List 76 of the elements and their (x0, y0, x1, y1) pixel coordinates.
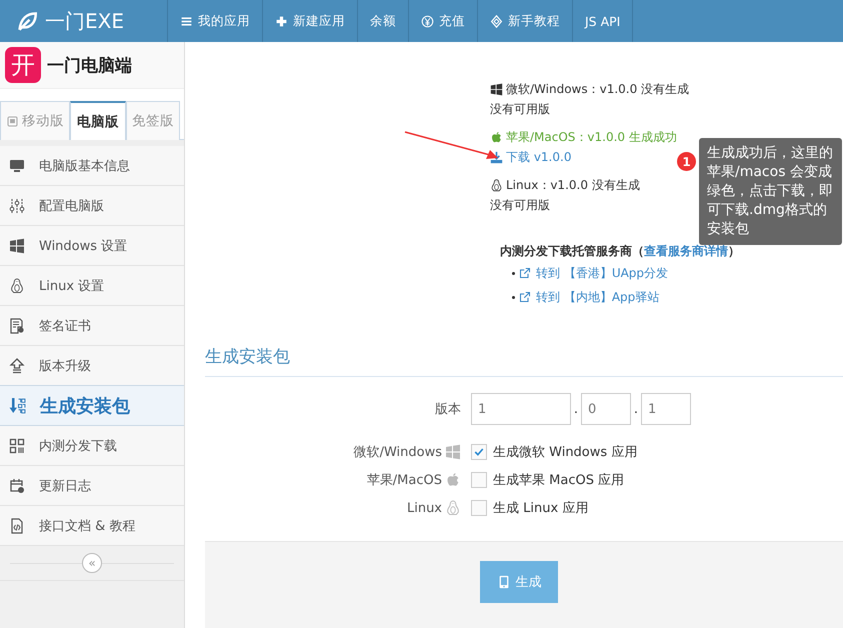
version-tab[interactable]: 免签版 (126, 101, 180, 140)
nav-item[interactable]: 充值 (409, 0, 478, 42)
app-logo: 一门EXE (45, 8, 124, 34)
platform-status: Linux：v1.0.0 没有生成 (506, 177, 640, 194)
version-tab[interactable]: 移动版 (0, 101, 70, 140)
version-label: 版本 (435, 401, 461, 418)
apple-icon (445, 472, 461, 488)
sidebar-item[interactable]: 签名证书 (0, 306, 184, 346)
app-icon: 开 (5, 47, 41, 83)
sidebar-item[interactable]: 生成安装包 (0, 385, 184, 426)
menu-icon (180, 14, 193, 28)
hosting-link[interactable]: 转到 【香港】UApp分发 (519, 261, 668, 285)
penguin-icon (490, 178, 503, 192)
calendar-clock-icon (9, 478, 25, 494)
penguin-icon (445, 500, 461, 516)
tooltip: 生成成功后，这里的苹果/macos 会变成绿色，点击下载，即可下载.dmg格式的安装包 (699, 138, 842, 245)
apple-icon (490, 130, 503, 144)
platform-checkbox[interactable]: 生成苹果 MacOS 应用 (471, 471, 624, 489)
diamond-icon (490, 14, 503, 28)
checkbox[interactable] (471, 444, 487, 460)
yen-icon (421, 14, 434, 28)
nav-item[interactable]: 余额 (358, 0, 409, 42)
platform-checkbox[interactable]: 生成微软 Windows 应用 (471, 443, 638, 461)
windows-icon (445, 444, 461, 460)
nav-item[interactable]: 新手教程 (478, 0, 573, 42)
monitor-icon (9, 158, 25, 174)
platform-label: Linux (406, 500, 442, 516)
section-title: 生成安装包 (205, 345, 843, 377)
windows-icon (9, 238, 25, 254)
sidebar-item[interactable]: 配置电脑版 (0, 186, 184, 226)
leaf-icon (17, 11, 37, 31)
version-input[interactable]: 0 (581, 393, 631, 425)
qr-code-icon (9, 438, 25, 454)
platform-note: 没有可用版 (490, 101, 550, 118)
download-link[interactable]: 下载 v1.0.0 (490, 147, 572, 167)
app-name: 一门电脑端 (47, 54, 132, 76)
platform-status: 微软/Windows：v1.0.0 没有生成 (506, 81, 690, 98)
windows-icon (490, 82, 503, 96)
platform-label: 苹果/MacOS (366, 472, 442, 489)
platform-note: 没有可用版 (490, 197, 550, 214)
code-file-icon (9, 518, 25, 534)
service-details-link[interactable]: 查看服务商详情 (644, 244, 728, 258)
step-badge: 1 (677, 152, 696, 171)
version-input[interactable]: 1 (471, 393, 571, 425)
external-link-icon (519, 291, 531, 303)
square-icon (6, 114, 19, 128)
tablet-icon (496, 575, 510, 589)
platform-checkbox[interactable]: 生成 Linux 应用 (471, 499, 588, 517)
sidebar-item[interactable]: 更新日志 (0, 466, 184, 506)
nav-item[interactable]: JS API (573, 0, 634, 42)
platform-label: 微软/Windows (354, 444, 442, 461)
version-separator: . (632, 402, 640, 416)
checkbox[interactable] (471, 472, 487, 488)
upload-arrow-icon (9, 358, 25, 374)
sidebar-item[interactable]: Windows 设置 (0, 226, 184, 266)
version-input[interactable]: 1 (641, 393, 691, 425)
external-link-icon (519, 267, 531, 279)
certificate-icon (9, 318, 25, 334)
sidebar-item[interactable]: Linux 设置 (0, 266, 184, 306)
hosting-title: 内测分发下载托管服务商（查看服务商详情） (500, 243, 741, 260)
sidebar-item[interactable]: 电脑版基本信息 (0, 146, 184, 186)
penguin-icon (9, 278, 25, 294)
hosting-link[interactable]: 转到 【内地】App驿站 (519, 285, 660, 309)
check-icon (473, 446, 485, 458)
plus-icon (275, 14, 288, 28)
version-tab[interactable]: 电脑版 (70, 101, 126, 140)
platform-status: 苹果/MacOS：v1.0.0 生成成功 (506, 129, 677, 146)
download-icon (490, 150, 503, 164)
sliders-icon (9, 198, 25, 214)
checkbox[interactable] (471, 500, 487, 516)
sidebar-item[interactable]: 内测分发下载 (0, 426, 184, 466)
collapse-button[interactable]: « (82, 553, 102, 573)
version-separator: . (572, 402, 580, 416)
generate-button[interactable]: 生成 (480, 561, 558, 603)
binary-download-icon (9, 397, 26, 414)
nav-item[interactable]: 新建应用 (263, 0, 358, 42)
